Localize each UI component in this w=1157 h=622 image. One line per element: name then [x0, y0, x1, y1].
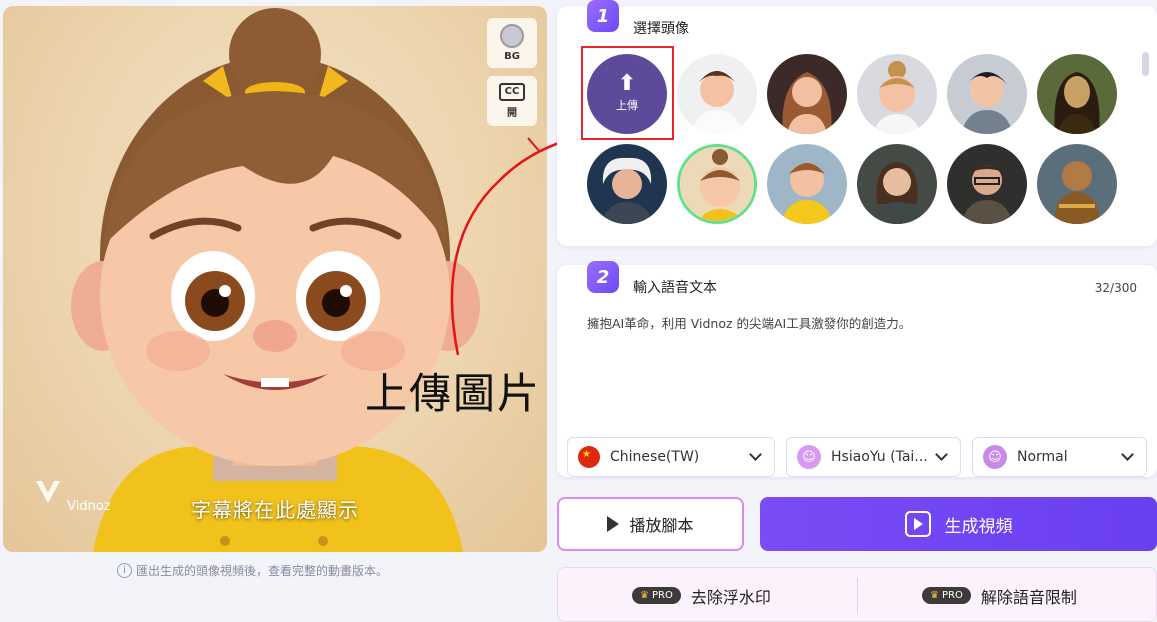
pro-features-bar: ♛ PRO 去除浮水印 ♛ PRO 解除語音限制: [557, 567, 1157, 622]
chevron-down-icon: [935, 448, 948, 461]
play-script-label: 播放腳本: [629, 516, 694, 535]
avatar-boy-cartoon[interactable]: [947, 54, 1027, 134]
character-count: 32/300: [1094, 281, 1137, 295]
pro-badge: ♛ PRO: [922, 587, 971, 604]
avatar-man-glasses[interactable]: [947, 144, 1027, 224]
pro-divider: [857, 578, 858, 613]
avatar-boy-yellow[interactable]: [767, 144, 847, 224]
closed-captions-icon: CC: [499, 83, 525, 101]
voice-select[interactable]: ☺ HsiaoYu (Tai...: [786, 437, 961, 477]
crown-icon: ♛: [930, 590, 939, 601]
subtitle-placeholder: 字幕將在此處顯示: [191, 498, 359, 522]
remove-voice-limit-button[interactable]: ♛ PRO 解除語音限制: [922, 568, 1077, 622]
crown-icon: ♛: [640, 590, 649, 601]
step-1-badge: 1: [587, 0, 619, 32]
avatar-list-scrollbar[interactable]: [1142, 52, 1149, 76]
chevron-down-icon: [749, 448, 762, 461]
upload-label: 上傳: [616, 99, 638, 112]
play-icon: [607, 516, 620, 532]
export-note-text: 匯出生成的頭像視頻後，查看完整的動畫版本。: [136, 564, 389, 578]
avatar-woman-long-hair[interactable]: [767, 54, 847, 134]
language-select[interactable]: Chinese(TW): [567, 437, 775, 477]
avatar-woman-realistic[interactable]: [857, 144, 937, 224]
background-button-label: BG: [504, 51, 520, 62]
export-note: i 匯出生成的頭像視頻後，查看完整的動畫版本。: [117, 562, 388, 579]
avatar-mona-lisa[interactable]: [1037, 54, 1117, 134]
avatar-girl-bun[interactable]: [677, 144, 757, 224]
avatar-monkey-king[interactable]: [1037, 144, 1117, 224]
remove-watermark-label: 去除浮水印: [690, 587, 771, 607]
background-button[interactable]: BG: [487, 18, 537, 68]
remove-voice-limit-label: 解除語音限制: [980, 587, 1077, 607]
choose-avatar-card: 1 選擇頭像 ⬆ 上傳: [557, 0, 1157, 246]
captions-toggle-button[interactable]: CC 開: [487, 76, 537, 126]
script-textarea[interactable]: 擁抱AI革命，利用 Vidnoz 的尖端AI工具激發你的創造力。: [587, 313, 911, 332]
voice-text-title: 輸入語音文本: [633, 280, 717, 296]
pro-badge: ♛ PRO: [632, 587, 681, 604]
avatar-girl-blonde[interactable]: [857, 54, 937, 134]
voice-style-value: Normal: [1017, 449, 1068, 465]
avatar-einstein[interactable]: [587, 144, 667, 224]
taiwan-flag-icon: [578, 446, 600, 468]
avatar-young-man[interactable]: [677, 54, 757, 134]
upload-icon: ⬆: [617, 71, 637, 96]
upload-avatar-button[interactable]: ⬆ 上傳: [587, 54, 667, 134]
voice-select-value: HsiaoYu (Tai...: [831, 449, 928, 465]
pro-badge-text: PRO: [651, 590, 673, 601]
video-generate-icon: [904, 511, 931, 537]
info-icon: i: [117, 563, 132, 578]
generate-video-button[interactable]: 生成視頻: [760, 497, 1157, 551]
voice-text-card: 2 輸入語音文本 32/300 擁抱AI革命，利用 Vidnoz 的尖端AI工具…: [557, 261, 1157, 477]
emotion-smile-icon: ☺: [983, 445, 1007, 469]
play-script-button[interactable]: 播放腳本: [557, 497, 744, 551]
remove-watermark-button[interactable]: ♛ PRO 去除浮水印: [632, 568, 771, 622]
choose-avatar-title: 選擇頭像: [633, 21, 689, 37]
language-select-value: Chinese(TW): [610, 449, 700, 465]
upload-image-annotation: 上傳圖片: [365, 369, 542, 418]
captions-state-label: 開: [507, 108, 517, 119]
chevron-down-icon: [1121, 448, 1134, 461]
voice-avatar-icon: ☺: [797, 445, 821, 469]
pro-badge-text: PRO: [941, 590, 963, 601]
background-swatch-icon: [500, 24, 524, 48]
voice-style-select[interactable]: ☺ Normal: [972, 437, 1147, 477]
generate-video-label: 生成視頻: [944, 516, 1013, 537]
step-2-badge: 2: [587, 261, 619, 293]
